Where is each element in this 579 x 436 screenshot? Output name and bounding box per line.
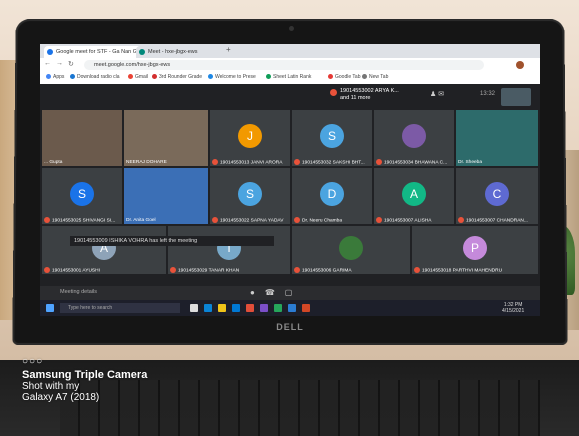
bookmark-icon [266, 74, 271, 80]
participant-tile[interactable]: Dr. Anita Goel [124, 168, 208, 224]
photo-scene: DELL Google meet for STF - Ga Nan G Meet… [0, 0, 579, 436]
participant-tile[interactable]: 19014553034 BHAWANA C... [374, 110, 454, 166]
participant-tile[interactable]: J 19014553013 JANVI ARORA [210, 110, 290, 166]
url-input[interactable]: meet.google.com/hxe-jbgx-ews [84, 60, 484, 70]
powerpoint-icon[interactable] [302, 304, 310, 312]
participant-tile[interactable]: S 19014553032 SAKSHI BHT... [292, 110, 372, 166]
watermark-line: Galaxy A7 (2018) [22, 392, 100, 403]
watermark-title: Samsung Triple Camera [22, 369, 148, 381]
avatar: S [320, 124, 344, 148]
new-tab-button[interactable]: + [226, 45, 231, 54]
bookmark-icon [152, 74, 157, 80]
back-icon[interactable]: ← [44, 60, 51, 67]
mic-off-icon [212, 216, 218, 223]
avatar: P [463, 236, 487, 260]
mic-off-icon [212, 158, 218, 165]
bookmark-icon [208, 74, 213, 80]
avatar: S [238, 182, 262, 206]
participant-tile[interactable]: ... Gupta [42, 110, 122, 166]
taskbar-search[interactable]: Type here to search [60, 303, 180, 313]
avatar [339, 236, 363, 260]
join-banner: 19014553002 ARYA K... and 11 more [330, 88, 399, 102]
windows-taskbar: Type here to search 1:32 PM 4/15/2021 [40, 300, 540, 316]
profile-avatar[interactable] [516, 61, 524, 69]
avatar: S [70, 182, 94, 206]
avatar: C [485, 182, 509, 206]
bookmark-7[interactable]: New Tab [362, 74, 388, 80]
mic-off-icon [458, 216, 464, 223]
bookmark-6[interactable]: Goodle Tab [328, 74, 360, 80]
meet-control-bar: Meeting details ●☎▢ [40, 286, 540, 300]
participant-tile[interactable]: 19014553006 GARIMA [292, 226, 410, 274]
bookmark-icon [362, 74, 367, 80]
taskbar-clock: 1:32 PM 4/15/2021 [502, 302, 525, 314]
meeting-time: 13:32 [480, 91, 496, 97]
mic-off-icon [170, 266, 176, 273]
participant-tile[interactable]: NEERAJ DOHARE [124, 110, 208, 166]
task-view-icon[interactable] [190, 304, 198, 312]
edge-icon[interactable] [204, 304, 212, 312]
avatar [402, 124, 426, 148]
mic-off-icon [414, 266, 420, 273]
store-icon[interactable] [232, 304, 240, 312]
file-explorer-icon[interactable] [218, 304, 226, 312]
gmail-icon [128, 74, 133, 80]
avatar: D [320, 182, 344, 206]
app-icon[interactable] [260, 304, 268, 312]
bookmark-3[interactable]: 3rd Rounder Grade [152, 74, 202, 80]
participant-tile[interactable]: P 19014553018 PARTHVI MAHENDRU [412, 226, 538, 274]
meet-controls[interactable]: ●☎▢ [250, 288, 302, 297]
mic-off-icon [376, 158, 382, 165]
watermark-line: Shot with my [22, 381, 80, 392]
left-meeting-toast: 19014553009 ISHIKA VOHRA has left the me… [70, 236, 274, 246]
participant-tile[interactable]: S 19014553025 SHIVANGI SI... [42, 168, 122, 224]
mic-off-icon [44, 266, 50, 273]
participant-tile[interactable]: A 19014553007 ALISHA [374, 168, 454, 224]
app-icon[interactable] [246, 304, 254, 312]
bookmark-4[interactable]: Welcome to Prese [208, 74, 256, 80]
participant-tile[interactable]: A 19014553001 AYUSHI [42, 226, 166, 274]
participant-tile[interactable]: S 19014553022 SAPNA YADAV [210, 168, 290, 224]
bookmark-1[interactable]: Download radio cla [70, 74, 120, 80]
self-view [501, 88, 531, 106]
mic-off-icon [294, 266, 300, 273]
laptop-screen: Google meet for STF - Ga Nan G Meet - hx… [40, 44, 540, 316]
browser-tabstrip: Google meet for STF - Ga Nan G Meet - hx… [40, 44, 540, 58]
camera-logo: ○○○ [22, 356, 44, 367]
webcam-icon [289, 26, 294, 31]
tab-google-meet-doc[interactable]: Google meet for STF - Ga Nan G [44, 46, 146, 58]
bookmark-gmail[interactable]: Gmail [128, 74, 148, 80]
participant-tile[interactable]: Dr. Sheeba [456, 110, 538, 166]
laptop-brand: DELL [276, 322, 304, 332]
apps-icon [46, 74, 51, 80]
forward-icon[interactable]: → [56, 60, 63, 67]
participant-tile[interactable]: D Dr. Neeru Chamba [292, 168, 372, 224]
doc-icon [47, 49, 53, 55]
participant-tile[interactable]: T 19014553029 TANAR KHAN [168, 226, 290, 274]
people-icon[interactable]: ♟ ✉ [430, 90, 444, 98]
mic-off-icon [294, 158, 300, 165]
word-icon[interactable] [288, 304, 296, 312]
chrome-icon[interactable] [274, 304, 282, 312]
reload-icon[interactable]: ↻ [68, 60, 74, 68]
avatar: J [238, 124, 262, 148]
mic-off-icon [330, 89, 337, 96]
camera-watermark: ○○○ Samsung Triple Camera Shot with my G… [22, 356, 147, 403]
bookmark-icon [328, 74, 333, 80]
address-bar-row: ← → ↻ meet.google.com/hxe-jbgx-ews [40, 58, 540, 72]
mic-off-icon [294, 216, 300, 223]
meet-icon [139, 49, 145, 55]
bookmark-apps[interactable]: Apps [46, 74, 64, 80]
meeting-details-button[interactable]: Meeting details [60, 289, 97, 295]
bookmark-icon [70, 74, 75, 80]
mic-off-icon [44, 216, 50, 223]
bookmark-5[interactable]: Sheet Latin Rank [266, 74, 311, 80]
windows-start-icon[interactable] [46, 304, 54, 312]
tab-meet[interactable]: Meet - hxe-jbgx-ews [136, 46, 236, 58]
meet-grid: 19014553002 ARYA K... and 11 more ♟ ✉ 13… [40, 84, 540, 286]
participant-tile[interactable]: C 19014553007 CHANDRAN... [456, 168, 538, 224]
avatar: A [402, 182, 426, 206]
mic-off-icon [376, 216, 382, 223]
